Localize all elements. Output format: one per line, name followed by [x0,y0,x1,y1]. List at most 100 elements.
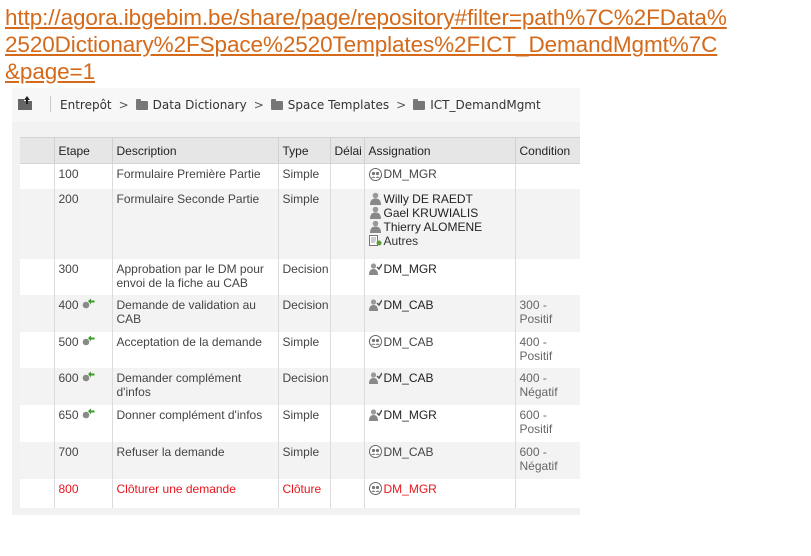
cell-delai [330,404,365,442]
person-approve-icon [368,262,384,275]
cell-delai [330,441,365,479]
cell-etape: 700 [54,441,113,479]
person-approve-icon [368,371,384,384]
cell-description: Clôturer une demande [112,478,279,508]
breadcrumb-separator: > [118,98,129,112]
row-spacer [20,163,55,189]
header-assignation[interactable]: Assignation [364,137,516,164]
cell-type: Decision [278,258,331,295]
others-icon [368,234,384,247]
header-delai[interactable]: Délai [330,137,365,164]
table-row[interactable]: 500 Acceptation de la demande Simple DM_CAB… [20,331,580,368]
person-icon [369,192,384,205]
table-row[interactable]: 400 Demande de validation au CAB Decision D… [20,294,580,332]
cell-description: Formulaire Seconde Partie [112,188,279,259]
assignee-name: Autres [383,233,419,248]
header-condition[interactable]: Condition [515,137,580,164]
cell-assignation: DM_CAB [364,441,516,479]
cell-condition [515,258,580,295]
assignee-name: DM_MGR [383,407,437,422]
url-line-3[interactable]: &page=1 [5,58,805,85]
assignee[interactable]: DM_CAB [368,297,515,312]
group-icon [368,167,384,181]
assignee[interactable]: DM_MGR [368,261,515,276]
person-icon [369,220,384,233]
url-link[interactable]: http://agora.ibgebim.be/share/page/repos… [5,4,805,85]
cell-type: Simple [278,404,331,442]
assignee[interactable]: DM_CAB [368,370,515,385]
breadcrumb: Entrepôt > Data Dictionary > Space Templ… [12,88,580,122]
cell-description: Formulaire Première Partie [112,163,279,189]
cell-description: Demander complément d'infos [112,367,279,405]
header-description[interactable]: Description [112,137,279,164]
cell-assignation: DM_MGR [364,258,516,295]
assignee[interactable]: DM_MGR [368,407,515,422]
cell-description: Refuser la demande [112,441,279,479]
cell-type: Clôture [278,478,331,508]
header-type[interactable]: Type [278,137,331,164]
group-icon [368,482,384,495]
assignee-name: Willy DE RAEDT [383,191,473,206]
table-row[interactable]: 700 Refuser la demande Simple DM_CAB 600 - N… [20,441,580,479]
cell-condition [515,188,580,259]
cell-delai [330,294,365,332]
group-icon [368,335,384,348]
assignee[interactable]: DM_MGR [368,167,515,181]
row-spacer [20,367,55,405]
cell-assignation: Willy DE RAEDT Gael KRUWIALIS Thierry ALOM… [364,188,516,259]
breadcrumb-item-space-templates[interactable]: Space Templates [288,98,389,112]
table-row[interactable]: 100 Formulaire Première Partie Simple DM_MG… [20,163,580,189]
header-spacer [20,137,55,164]
table-row[interactable]: 800 Clôturer une demande Clôture DM_MGR [20,478,580,508]
breadcrumb-item-ict-demandmgmt[interactable]: ICT_DemandMgmt [430,98,541,112]
table-row[interactable]: 200 Formulaire Seconde Partie Simple Willy … [20,188,580,259]
link-icon [79,298,95,312]
cell-delai [330,163,365,189]
cell-etape: 300 [54,258,113,295]
row-spacer [20,441,55,479]
folder-up-icon[interactable] [18,96,32,110]
url-line-2[interactable]: 2520Dictionary%2FSpace%2520Templates%2FI… [5,31,805,58]
person-approve-icon [368,408,384,421]
row-spacer [20,294,55,332]
assignee-name: DM_MGR [383,261,437,276]
assignee-name: DM_MGR [383,481,437,496]
assignee[interactable]: Autres [368,233,515,248]
table-row[interactable]: 600 Demander complément d'infos Decision DM… [20,367,580,405]
cell-condition: 600 - Positif [515,404,580,442]
assignee-name: DM_MGR [383,167,437,181]
breadcrumb-item-entrepot[interactable]: Entrepôt [60,98,112,112]
assignee[interactable]: DM_CAB [368,445,515,459]
assignee-name: DM_CAB [383,297,434,312]
assignee-name: Thierry ALOMENE [383,219,483,234]
cell-condition: 600 - Négatif [515,441,580,479]
header-etape[interactable]: Etape [54,137,113,164]
link-icon [79,371,95,385]
assignee[interactable]: Willy DE RAEDT [369,192,515,206]
assignee[interactable]: DM_MGR [368,481,515,496]
cell-delai [330,258,365,295]
cell-etape: 650 [54,404,113,442]
assignee[interactable]: Gael KRUWIALIS [369,206,515,220]
breadcrumb-separator: > [253,98,264,112]
link-icon [79,335,95,349]
cell-condition: 300 - Positif [515,294,580,332]
table-row[interactable]: 300 Approbation par le DM pour envoi de l… [20,258,580,295]
person-approve-icon [368,298,384,311]
cell-etape: 100 [54,163,113,189]
step-number: 800 [58,481,79,496]
cell-assignation: DM_CAB [364,294,516,332]
cell-description: Donner complément d'infos [112,404,279,442]
assignee-name: Gael KRUWIALIS [383,205,479,220]
cell-condition: 400 - Négatif [515,367,580,405]
assignee[interactable]: DM_CAB [368,335,515,349]
cell-assignation: DM_MGR [364,163,516,189]
row-spacer [20,404,55,442]
breadcrumb-item-data-dictionary[interactable]: Data Dictionary [153,98,247,112]
step-number: 600 [58,370,79,385]
assignee-name: DM_CAB [383,370,434,385]
assignee[interactable]: Thierry ALOMENE [369,220,515,234]
url-line-1[interactable]: http://agora.ibgebim.be/share/page/repos… [5,4,805,31]
table-header-row: Etape Description Type Délai Assignation… [20,137,580,164]
table-row[interactable]: 650 Donner complément d'infos Simple DM_MGR… [20,404,580,442]
